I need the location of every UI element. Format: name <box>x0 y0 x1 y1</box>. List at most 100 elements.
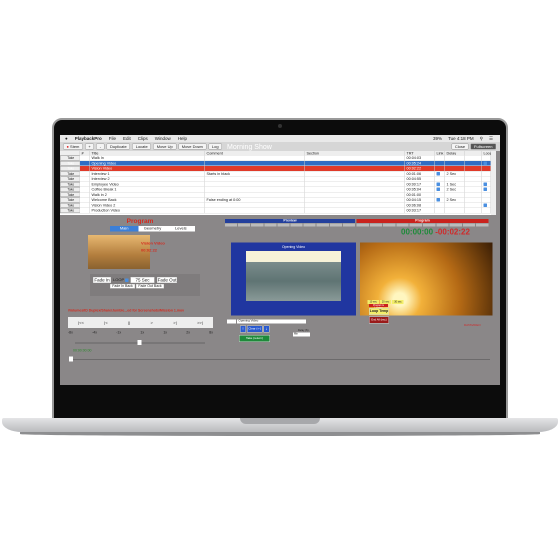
down-button[interactable]: ↓ <box>263 325 270 333</box>
row-delay[interactable] <box>445 176 465 182</box>
take-button[interactable]: Take <box>60 181 80 187</box>
row-comment[interactable] <box>205 202 305 208</box>
row-comment[interactable] <box>205 155 305 161</box>
take-button[interactable]: Take <box>60 202 80 208</box>
row-comment[interactable] <box>205 208 305 213</box>
close-button[interactable]: Close <box>451 143 469 150</box>
row-title[interactable]: Vision Video 2 <box>90 202 205 208</box>
link-checkbox[interactable] <box>435 166 445 171</box>
row-delay[interactable] <box>445 160 465 166</box>
loop-checkbox[interactable] <box>482 197 491 203</box>
take-button[interactable]: Take <box>60 197 80 203</box>
take-button[interactable]: Take <box>60 160 80 166</box>
menu-edit[interactable]: Edit <box>123 136 131 141</box>
take-button[interactable]: Take <box>60 171 80 176</box>
row-title[interactable]: Opening Video <box>90 160 205 166</box>
col-section[interactable]: Section <box>305 151 405 155</box>
speed-slider-knob[interactable] <box>137 340 142 345</box>
loop-checkbox[interactable] <box>482 166 491 171</box>
stem-button[interactable]: ● Stem <box>63 143 83 150</box>
row-section[interactable] <box>305 171 405 176</box>
move-up-button[interactable]: Move Up <box>153 143 177 150</box>
row-title[interactable]: Walk In <box>90 155 205 161</box>
loop-checkbox[interactable] <box>482 176 491 182</box>
position-slider-knob[interactable] <box>69 356 73 362</box>
fade-in-button[interactable]: Fade In <box>93 277 111 283</box>
col-comment[interactable]: Comment <box>205 151 305 155</box>
remove-button[interactable]: - <box>96 143 105 150</box>
take-button[interactable]: Take <box>60 166 80 171</box>
row-comment[interactable] <box>205 176 305 182</box>
col-link[interactable]: Link <box>435 151 445 155</box>
row-section[interactable] <box>305 187 405 192</box>
loop-checkbox[interactable] <box>125 278 129 282</box>
link-checkbox[interactable] <box>435 192 445 197</box>
row-delay[interactable] <box>445 202 465 208</box>
clear-button[interactable]: Clear (<-) <box>247 325 263 333</box>
loop-checkbox[interactable] <box>482 155 491 161</box>
take-button[interactable]: Take (return) <box>239 335 270 342</box>
apple-icon[interactable]: ● <box>65 136 68 141</box>
fullscreen-button[interactable]: Fullscreen <box>470 143 496 150</box>
table-scrollbar[interactable] <box>491 151 496 215</box>
loop-temp-button[interactable]: Loop Temp <box>369 308 389 315</box>
row-comment[interactable] <box>205 192 305 197</box>
row-comment[interactable] <box>205 160 305 166</box>
row-section[interactable] <box>305 166 405 171</box>
tab-geometry[interactable]: Geometry <box>138 226 167 232</box>
tab-levels[interactable]: Levels <box>166 226 196 232</box>
take-button[interactable]: Take <box>60 155 80 161</box>
loop-checkbox[interactable] <box>482 202 491 208</box>
row-title[interactable]: Coffee Break 1 <box>90 187 205 192</box>
link-checkbox[interactable] <box>435 208 445 213</box>
take-button[interactable]: Take <box>60 176 80 182</box>
row-title[interactable]: Walk in 2 <box>90 192 205 197</box>
row-comment[interactable]: False ending at 0:00 <box>205 197 305 203</box>
app-menu[interactable]: PlaybackPro <box>75 136 102 141</box>
loop-checkbox[interactable] <box>482 192 491 197</box>
fade-time-select[interactable]: 75 Sec <box>130 277 155 283</box>
menu-window[interactable]: Window <box>155 136 171 141</box>
transport-button[interactable]: >>| <box>197 320 203 325</box>
row-delay[interactable]: 1 Sec <box>445 181 465 187</box>
transport-button[interactable]: > <box>151 320 153 325</box>
loop-checkbox[interactable] <box>482 208 491 213</box>
link-checkbox[interactable] <box>435 171 445 176</box>
row-delay[interactable] <box>445 155 465 161</box>
row-comment[interactable]: Starts in black <box>205 171 305 176</box>
take-button[interactable]: Take <box>60 192 80 197</box>
row-title[interactable]: Welcome Back <box>90 197 205 203</box>
row-section[interactable] <box>305 197 405 203</box>
link-checkbox[interactable] <box>435 197 445 203</box>
row-delay[interactable] <box>445 192 465 197</box>
preview-prefix-select[interactable] <box>227 319 236 324</box>
row-section[interactable] <box>305 155 405 161</box>
row-title[interactable]: Interview 2 <box>90 176 205 182</box>
position-slider[interactable] <box>70 359 490 360</box>
take-button[interactable]: Take <box>60 208 80 213</box>
link-checkbox[interactable] <box>435 202 445 208</box>
transport-button[interactable]: >| <box>173 320 176 325</box>
loop-checkbox[interactable] <box>482 181 491 187</box>
row-section[interactable] <box>305 181 405 187</box>
row-delay[interactable]: 2 Sec <box>445 171 465 176</box>
row-comment[interactable] <box>205 181 305 187</box>
fade-out-back-button[interactable]: Fade Out Back <box>136 284 164 289</box>
search-icon[interactable]: ⚲ <box>480 136 483 142</box>
loop-checkbox[interactable] <box>482 160 491 166</box>
loop-checkbox[interactable] <box>482 187 491 192</box>
row-delay[interactable] <box>445 208 465 213</box>
row-title[interactable]: Employee Video <box>90 181 205 187</box>
row-section[interactable] <box>305 192 405 197</box>
row-section[interactable] <box>305 176 405 182</box>
col-title[interactable]: Title <box>90 151 205 155</box>
row-delay[interactable]: 2 Sec <box>445 197 465 203</box>
col-delay[interactable]: Delay <box>445 151 465 155</box>
menu-clips[interactable]: Clips <box>138 136 148 141</box>
row-title[interactable]: Production Video <box>90 208 205 213</box>
duplicate-button[interactable]: Duplicate <box>106 143 131 150</box>
link-checkbox[interactable] <box>435 181 445 187</box>
link-checkbox[interactable] <box>435 187 445 192</box>
transport-button[interactable]: || <box>128 320 130 325</box>
row-delay[interactable] <box>445 166 465 171</box>
